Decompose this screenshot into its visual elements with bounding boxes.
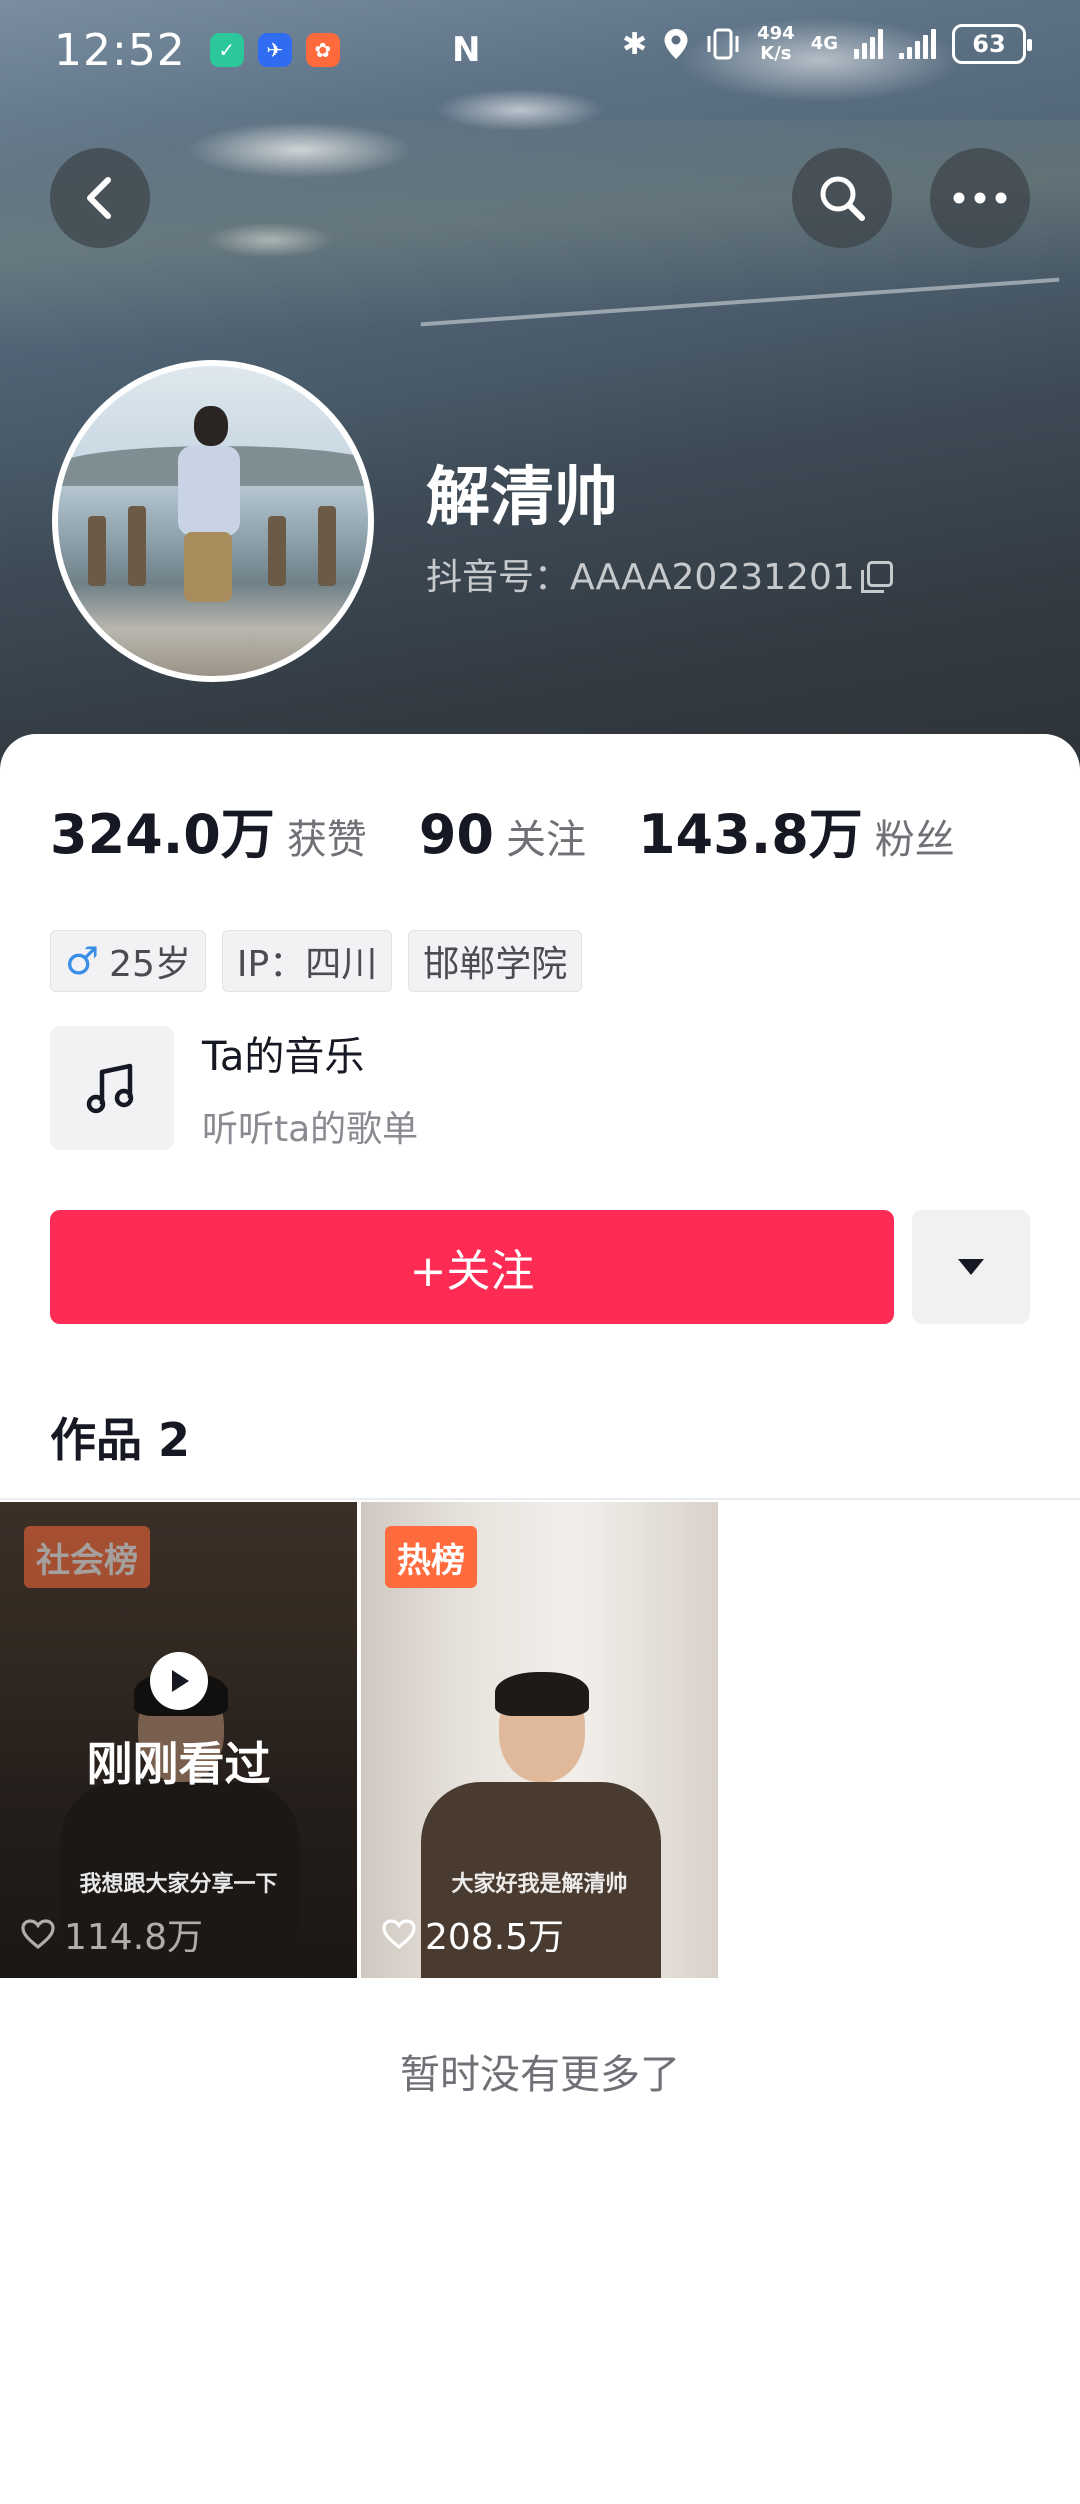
stat-followers-label: 粉丝 bbox=[874, 817, 955, 863]
no-more-text: 暂时没有更多了 bbox=[400, 2052, 680, 2098]
signal-2-icon bbox=[899, 29, 936, 59]
search-button[interactable] bbox=[792, 148, 892, 248]
recommend-dropdown-button[interactable] bbox=[912, 1210, 1030, 1324]
search-icon bbox=[820, 176, 865, 221]
location-icon bbox=[664, 29, 688, 59]
music-entry[interactable]: Ta的音乐 听听ta的歌单 bbox=[50, 1024, 418, 1152]
avatar[interactable] bbox=[52, 360, 374, 682]
play-overlay: 刚刚看过 bbox=[0, 1652, 357, 1794]
profile-id-text: 抖音号：AAAA20231201 bbox=[426, 557, 855, 598]
network-speed: 494 K/s bbox=[757, 24, 795, 64]
tag-age: ♂ 25岁 bbox=[50, 930, 206, 992]
heart-icon bbox=[382, 1919, 416, 1950]
tag-ip: IP：四川 bbox=[221, 930, 393, 992]
stat-likes-label: 获赞 bbox=[286, 817, 367, 863]
video-caption: 我想跟大家分享一下 bbox=[79, 1871, 278, 1897]
chat-app-icon: ✿ bbox=[305, 33, 340, 67]
works-title[interactable]: 作品 2 bbox=[50, 1404, 190, 1470]
signal-icon bbox=[854, 29, 883, 59]
video-caption: 大家好我是解清帅 bbox=[451, 1871, 628, 1897]
profile-tags: ♂ 25岁 IP：四川 邯郸学院 bbox=[50, 930, 583, 992]
copy-icon[interactable] bbox=[860, 561, 893, 593]
video-likes-count: 208.5万 bbox=[425, 1917, 565, 1958]
avatar-stump bbox=[268, 516, 286, 586]
stat-likes[interactable]: 324.0万 获赞 bbox=[50, 790, 367, 869]
heart-icon bbox=[21, 1919, 55, 1950]
stat-likes-value: 324.0万 bbox=[50, 803, 275, 866]
travel-app-icon: ✈ bbox=[257, 33, 292, 67]
battery-icon: 63 bbox=[952, 24, 1032, 64]
music-subtitle: 听听ta的歌单 bbox=[202, 1109, 419, 1150]
video-likes-count: 114.8万 bbox=[64, 1917, 204, 1958]
rank-badge: 社会榜 bbox=[24, 1526, 150, 1588]
profile-name: 解清帅 bbox=[426, 461, 618, 535]
status-time: 12:52 bbox=[54, 24, 186, 76]
music-note-icon bbox=[86, 1063, 134, 1114]
status-bar: 12:52 ✓ ✈ ✿ N ✱ 494 K/s 4G 63 bbox=[0, 0, 1080, 100]
music-icon-box bbox=[50, 1026, 174, 1150]
stat-following-label: 关注 bbox=[505, 817, 586, 863]
video-card[interactable]: 热榜 大家好我是解清帅 208.5万 bbox=[361, 1502, 718, 1978]
more-button[interactable] bbox=[930, 148, 1030, 248]
network-type: 4G bbox=[810, 33, 838, 54]
more-icon bbox=[953, 192, 1007, 204]
network-speed-unit: K/s bbox=[760, 43, 792, 64]
divider bbox=[0, 1498, 1080, 1500]
avatar-stump bbox=[128, 506, 146, 586]
rank-badge: 热榜 bbox=[385, 1526, 477, 1588]
stat-following[interactable]: 90 关注 bbox=[419, 803, 586, 866]
video-person-hair bbox=[495, 1672, 589, 1716]
avatar-person-body bbox=[178, 446, 240, 536]
stat-following-value: 90 bbox=[418, 803, 494, 866]
back-button[interactable] bbox=[50, 148, 150, 248]
profile-id[interactable]: 抖音号：AAAA20231201 bbox=[426, 548, 893, 600]
stat-followers-value: 143.8万 bbox=[637, 803, 863, 866]
works-grid: 社会榜 刚刚看过 我想跟大家分享一下 114.8万 热榜 大家好我是解清帅 20… bbox=[0, 1502, 718, 1978]
avatar-person-legs bbox=[184, 532, 232, 602]
app-notification-icon: ✓ bbox=[209, 33, 244, 67]
video-likes: 114.8万 bbox=[20, 1908, 203, 1960]
music-text: Ta的音乐 听听ta的歌单 bbox=[202, 1024, 418, 1152]
chevron-left-icon bbox=[87, 177, 111, 219]
recently-watched-label: 刚刚看过 bbox=[86, 1737, 271, 1791]
music-title: Ta的音乐 bbox=[202, 1034, 365, 1080]
video-likes: 208.5万 bbox=[381, 1908, 564, 1960]
tag-age-text: 25岁 bbox=[109, 944, 191, 985]
follow-button[interactable]: +关注 bbox=[50, 1210, 894, 1324]
avatar-stump bbox=[318, 506, 336, 586]
avatar-stump bbox=[88, 516, 106, 586]
video-card[interactable]: 社会榜 刚刚看过 我想跟大家分享一下 114.8万 bbox=[0, 1502, 357, 1978]
profile-stats: 324.0万 获赞 90 关注 143.8万 粉丝 bbox=[50, 790, 1007, 869]
play-icon bbox=[149, 1652, 208, 1710]
avatar-person-head bbox=[194, 406, 228, 446]
network-speed-value: 494 bbox=[757, 23, 795, 44]
bluetooth-icon: ✱ bbox=[621, 26, 648, 62]
status-icons: ✱ 494 K/s 4G 63 bbox=[621, 24, 1032, 64]
tag-school[interactable]: 邯郸学院 bbox=[408, 930, 583, 992]
vibrate-icon bbox=[707, 28, 739, 60]
cover-shore bbox=[0, 120, 1080, 380]
nfc-icon: N bbox=[452, 30, 481, 70]
male-icon: ♂ bbox=[65, 939, 100, 983]
stat-followers[interactable]: 143.8万 粉丝 bbox=[638, 790, 955, 869]
caret-down-icon bbox=[958, 1259, 984, 1275]
